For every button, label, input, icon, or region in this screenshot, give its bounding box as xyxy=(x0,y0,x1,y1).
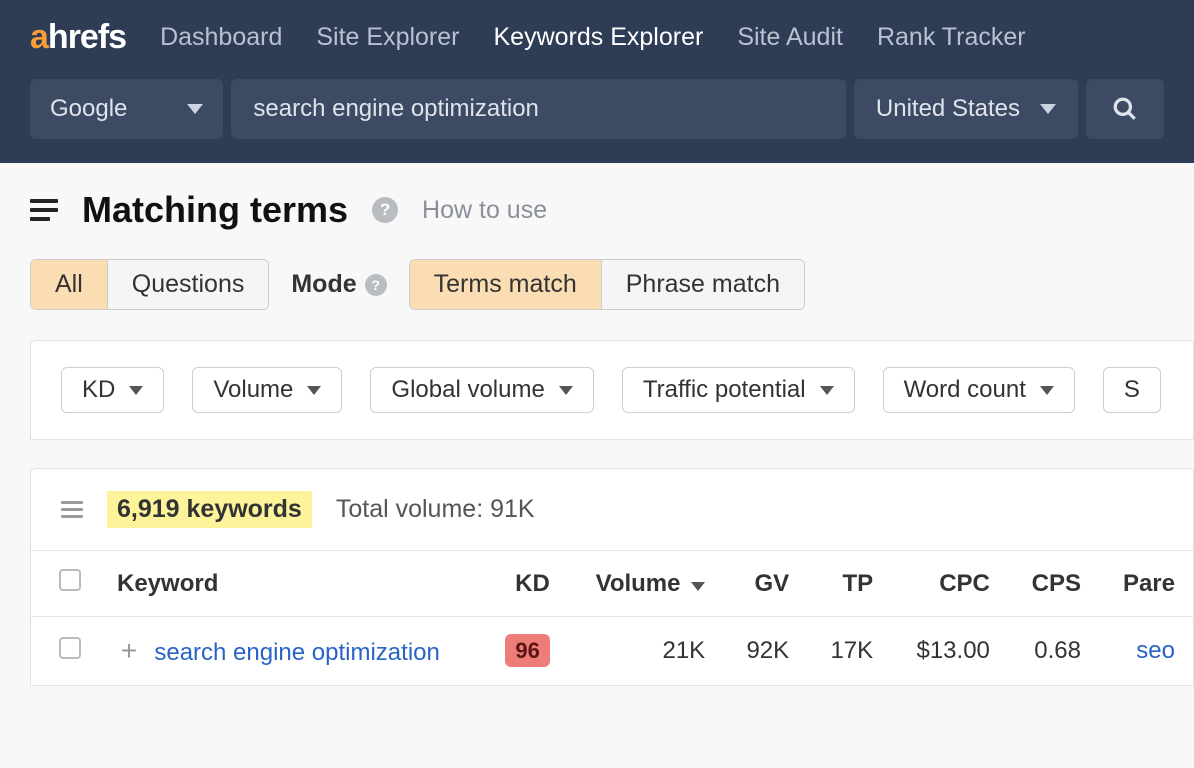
country-select[interactable]: United States xyxy=(854,79,1078,139)
chevron-down-icon xyxy=(559,386,573,395)
logo-rest: hrefs xyxy=(48,18,126,56)
nav-dashboard[interactable]: Dashboard xyxy=(160,23,282,52)
nav-site-audit[interactable]: Site Audit xyxy=(737,23,843,52)
chevron-down-icon xyxy=(129,386,143,395)
search-button[interactable] xyxy=(1086,79,1164,139)
filter-kd[interactable]: KD xyxy=(61,367,164,413)
keyword-link[interactable]: search engine optimization xyxy=(154,639,440,666)
search-engine-value: Google xyxy=(50,95,127,123)
tab-phrase-match[interactable]: Phrase match xyxy=(602,260,804,309)
filter-traffic-potential[interactable]: Traffic potential xyxy=(622,367,855,413)
parent-link[interactable]: seo xyxy=(1136,637,1175,664)
nav-keywords-explorer[interactable]: Keywords Explorer xyxy=(494,23,704,52)
row-checkbox[interactable] xyxy=(59,637,81,659)
col-kd[interactable]: KD xyxy=(482,551,568,617)
expand-icon[interactable]: + xyxy=(117,635,141,667)
tab-terms-match[interactable]: Terms match xyxy=(410,260,602,309)
nav-rank-tracker[interactable]: Rank Tracker xyxy=(877,23,1026,52)
keyword-input-wrapper[interactable] xyxy=(231,79,846,139)
filter-bar: KD Volume Global volume Traffic potentia… xyxy=(30,340,1194,440)
col-cpc[interactable]: CPC xyxy=(891,551,1008,617)
filter-volume[interactable]: Volume xyxy=(192,367,342,413)
col-cps[interactable]: CPS xyxy=(1008,551,1099,617)
list-options-icon[interactable] xyxy=(61,497,83,522)
how-to-use-link[interactable]: How to use xyxy=(422,196,547,225)
results-panel: 6,919 keywords Total volume: 91K Keyword… xyxy=(30,468,1194,686)
col-volume[interactable]: Volume xyxy=(568,551,723,617)
col-keyword[interactable]: Keyword xyxy=(99,551,482,617)
type-tab-group: All Questions xyxy=(30,259,269,310)
kd-badge: 96 xyxy=(505,634,549,667)
tab-questions[interactable]: Questions xyxy=(108,260,269,309)
keyword-count: 6,919 keywords xyxy=(107,491,312,528)
select-all-checkbox[interactable] xyxy=(59,569,81,591)
cell-cpc: $13.00 xyxy=(891,617,1008,686)
search-icon xyxy=(1112,96,1138,122)
cell-tp: 17K xyxy=(807,617,891,686)
sort-desc-icon xyxy=(691,582,705,591)
col-tp[interactable]: TP xyxy=(807,551,891,617)
logo[interactable]: ahrefs xyxy=(30,18,126,57)
total-volume: Total volume: 91K xyxy=(336,495,535,524)
nav-site-explorer[interactable]: Site Explorer xyxy=(316,23,459,52)
chevron-down-icon xyxy=(307,386,321,395)
cell-volume: 21K xyxy=(568,617,723,686)
chevron-down-icon xyxy=(187,104,203,114)
help-icon[interactable]: ? xyxy=(365,274,387,296)
search-engine-select[interactable]: Google xyxy=(30,79,223,139)
col-parent[interactable]: Pare xyxy=(1099,551,1193,617)
filter-global-volume[interactable]: Global volume xyxy=(370,367,593,413)
country-value: United States xyxy=(876,95,1020,123)
tab-all[interactable]: All xyxy=(31,260,108,309)
mode-tab-group: Terms match Phrase match xyxy=(409,259,805,310)
help-icon[interactable]: ? xyxy=(372,197,398,223)
chevron-down-icon xyxy=(820,386,834,395)
chevron-down-icon xyxy=(1040,386,1054,395)
cell-cps: 0.68 xyxy=(1008,617,1099,686)
chevron-down-icon xyxy=(1040,104,1056,114)
table-row: + search engine optimization 96 21K 92K … xyxy=(31,617,1193,686)
col-gv[interactable]: GV xyxy=(723,551,807,617)
keyword-input[interactable] xyxy=(253,95,824,123)
mode-label: Mode ? xyxy=(291,270,386,299)
filter-more[interactable]: S xyxy=(1103,367,1161,413)
sidebar-toggle[interactable] xyxy=(30,194,58,226)
page-title: Matching terms xyxy=(82,189,348,231)
logo-letter-a: a xyxy=(30,18,48,56)
cell-gv: 92K xyxy=(723,617,807,686)
filter-word-count[interactable]: Word count xyxy=(883,367,1075,413)
